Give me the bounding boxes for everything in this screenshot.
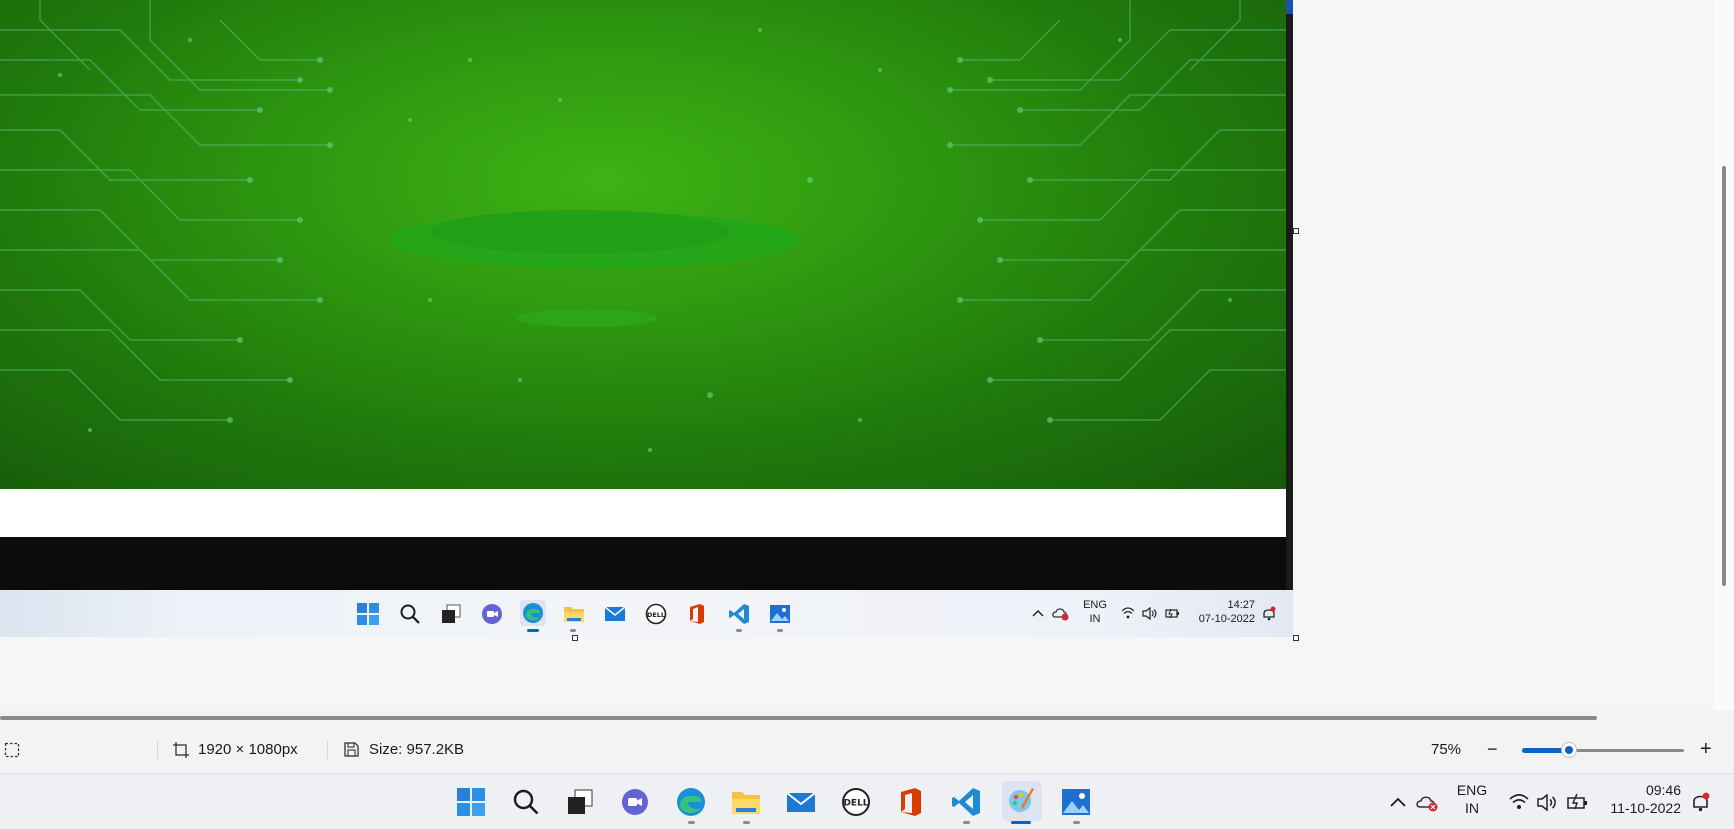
file-size: Size: 957.2KB bbox=[369, 741, 465, 758]
dell-icon: DELL bbox=[644, 602, 668, 626]
mail-icon bbox=[603, 602, 627, 626]
edge-icon[interactable] bbox=[673, 784, 709, 820]
onedrive-error-icon bbox=[1052, 604, 1070, 622]
selection-icon[interactable] bbox=[4, 726, 20, 773]
image-dimensions: 1920 × 1080px bbox=[198, 741, 298, 758]
onedrive-error-icon[interactable] bbox=[1416, 790, 1440, 814]
zoom-in-button[interactable]: + bbox=[1700, 726, 1712, 773]
photos-icon[interactable] bbox=[1058, 784, 1094, 820]
battery-charging-icon[interactable] bbox=[1566, 791, 1590, 813]
office-icon bbox=[685, 602, 709, 626]
blurred-subtitle bbox=[517, 309, 657, 327]
battery-icon bbox=[1164, 606, 1180, 620]
office-icon[interactable] bbox=[893, 784, 929, 820]
image-right-edge bbox=[1286, 0, 1293, 590]
blurred-title bbox=[390, 210, 800, 268]
vscode-icon[interactable] bbox=[948, 784, 984, 820]
zoom-slider-thumb[interactable] bbox=[1561, 742, 1577, 758]
search-icon[interactable] bbox=[508, 784, 544, 820]
teams-chat-icon bbox=[480, 602, 504, 626]
inner-language-indicator: ENG IN bbox=[1083, 599, 1107, 625]
language-indicator[interactable]: ENG IN bbox=[1453, 782, 1491, 817]
status-bar: 1920 × 1080px Size: 957.2KB 75% − + bbox=[0, 726, 1734, 773]
task-view-icon[interactable] bbox=[562, 784, 598, 820]
dell-icon[interactable]: DELL bbox=[838, 784, 874, 820]
notification-icon bbox=[1261, 605, 1277, 621]
opened-image[interactable]: DELL ENG IN 14:27 07-10-2022 bbox=[0, 0, 1299, 641]
resize-handle-bottom[interactable] bbox=[572, 635, 578, 641]
file-size-icon bbox=[344, 726, 359, 773]
resize-handle-corner[interactable] bbox=[1293, 635, 1299, 641]
volume-icon[interactable] bbox=[1536, 791, 1558, 813]
canvas-area: DELL ENG IN 14:27 07-10-2022 bbox=[0, 0, 1734, 710]
vertical-scrollbar[interactable] bbox=[1714, 0, 1734, 710]
wifi-icon[interactable] bbox=[1508, 791, 1530, 813]
task-view-icon bbox=[439, 602, 463, 626]
mail-icon[interactable] bbox=[783, 784, 819, 820]
inner-screenshot-taskbar: DELL ENG IN 14:27 07-10-2022 bbox=[0, 590, 1293, 637]
teams-chat-icon[interactable] bbox=[617, 784, 653, 820]
image-black-strip bbox=[0, 537, 1293, 590]
file-explorer-icon bbox=[562, 602, 586, 626]
image-white-strip bbox=[0, 489, 1286, 537]
image-dimensions-icon bbox=[173, 726, 189, 773]
chevron-up-icon bbox=[1031, 606, 1045, 620]
volume-icon bbox=[1141, 606, 1157, 620]
inner-clock: 14:27 07-10-2022 bbox=[1198, 599, 1255, 626]
windows-start-icon[interactable] bbox=[453, 784, 489, 820]
taskbar: DELL ENG IN 09:46 11-10-2022 bbox=[0, 773, 1734, 829]
notification-icon[interactable] bbox=[1689, 791, 1711, 813]
clock[interactable]: 09:46 11-10-2022 bbox=[1597, 781, 1681, 817]
search-icon bbox=[398, 602, 422, 626]
horizontal-scrollbar[interactable] bbox=[0, 710, 1734, 720]
vscode-icon bbox=[727, 602, 751, 626]
zoom-percentage[interactable]: 75% bbox=[1431, 726, 1461, 773]
svg-text:DELL: DELL bbox=[647, 611, 665, 619]
resize-handle-right[interactable] bbox=[1293, 228, 1299, 234]
circuit-pattern bbox=[0, 0, 1286, 452]
photos-icon bbox=[768, 602, 792, 626]
file-explorer-icon[interactable] bbox=[728, 784, 764, 820]
edge-icon bbox=[520, 600, 546, 626]
svg-text:DELL: DELL bbox=[843, 799, 868, 809]
wifi-icon bbox=[1120, 606, 1136, 620]
zoom-out-button[interactable]: − bbox=[1487, 726, 1498, 773]
paint-icon[interactable] bbox=[1002, 781, 1042, 821]
chevron-up-icon[interactable] bbox=[1388, 792, 1408, 812]
windows-start-icon bbox=[356, 602, 380, 626]
green-circuit-image bbox=[0, 0, 1286, 489]
